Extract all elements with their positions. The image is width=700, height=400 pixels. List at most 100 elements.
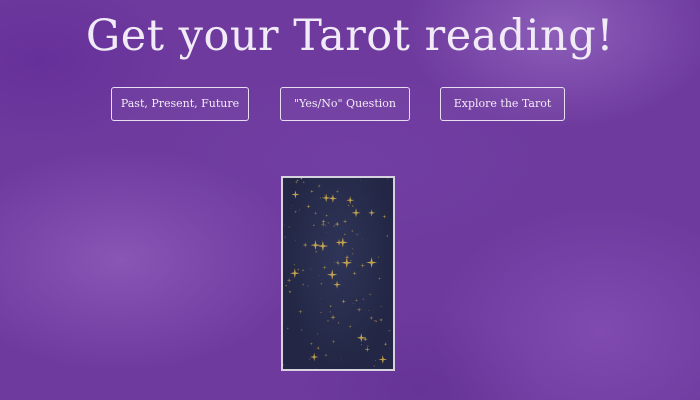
star-icon	[328, 194, 338, 203]
star-icon	[382, 214, 387, 219]
star-icon	[322, 265, 327, 270]
star-dot	[331, 282, 333, 284]
star-dot	[351, 205, 354, 207]
reading-options-nav: Past, Present, Future "Yes/No" Question …	[0, 87, 700, 121]
star-dot	[298, 209, 300, 211]
yes-no-question-button[interactable]: "Yes/No" Question	[280, 87, 410, 121]
star-dot	[300, 178, 303, 180]
star-icon	[296, 268, 300, 271]
star-dot	[315, 251, 317, 253]
star-dot	[297, 179, 299, 182]
star-icon	[379, 318, 384, 322]
star-dot	[344, 233, 346, 236]
star-icon	[344, 254, 350, 260]
star-icon	[327, 221, 330, 225]
star-dot	[329, 311, 331, 313]
star-icon	[324, 353, 328, 357]
star-dot	[288, 226, 290, 228]
star-dot	[360, 180, 361, 182]
star-dot	[290, 208, 292, 210]
star-dot	[326, 231, 327, 233]
star-dot	[316, 333, 318, 335]
star-icon	[335, 260, 341, 266]
star-dot	[375, 320, 377, 322]
star-icon	[291, 190, 300, 199]
star-icon	[341, 298, 347, 304]
star-icon	[317, 183, 322, 188]
explore-tarot-button[interactable]: Explore the Tarot	[440, 87, 565, 121]
star-dot	[351, 252, 354, 255]
star-icon	[366, 344, 370, 348]
star-dot	[374, 320, 376, 322]
star-pattern	[283, 178, 391, 369]
star-dot	[329, 305, 332, 307]
star-icon	[321, 193, 331, 203]
star-dot	[388, 329, 391, 332]
star-icon	[312, 223, 316, 227]
star-icon	[341, 257, 353, 269]
star-dot	[374, 359, 376, 361]
star-dot	[283, 364, 285, 366]
star-dot	[350, 259, 352, 261]
star-icon	[309, 352, 319, 362]
star-dot	[373, 365, 375, 367]
star-icon	[330, 314, 336, 320]
star-icon	[317, 240, 329, 252]
star-icon	[378, 355, 388, 364]
star-dot	[295, 240, 296, 242]
star-dot	[361, 344, 362, 346]
star-icon	[361, 297, 365, 301]
star-dot	[334, 261, 336, 263]
star-icon	[359, 262, 366, 269]
star-dot	[347, 204, 350, 207]
star-icon	[306, 204, 311, 209]
star-icon	[326, 269, 338, 280]
star-icon	[378, 277, 381, 281]
star-dot	[309, 269, 311, 271]
star-icon	[326, 319, 330, 323]
star-dot	[320, 298, 322, 299]
star-icon	[351, 208, 361, 218]
star-dot	[380, 305, 382, 307]
star-icon	[342, 219, 348, 224]
star-icon	[301, 283, 305, 287]
star-icon	[286, 277, 292, 283]
star-icon	[356, 307, 362, 313]
star-dot	[354, 179, 356, 180]
star-dot	[291, 205, 293, 206]
star-icon	[352, 271, 357, 276]
star-dot	[301, 329, 303, 331]
star-dot	[352, 302, 354, 304]
star-dot	[318, 275, 320, 276]
star-dot	[315, 368, 316, 369]
star-icon	[298, 309, 303, 314]
star-icon	[325, 214, 329, 218]
star-dot	[309, 358, 310, 360]
star-icon	[320, 221, 326, 227]
star-dot	[325, 225, 327, 227]
star-dot	[389, 348, 390, 350]
star-icon	[331, 339, 336, 344]
star-icon	[383, 342, 388, 347]
star-icon	[316, 346, 320, 350]
star-dot	[322, 225, 324, 227]
page-title: Get your Tarot reading!	[85, 11, 615, 61]
star-dot	[319, 197, 322, 199]
star-icon	[313, 211, 318, 216]
star-dot	[356, 233, 358, 236]
star-icon	[334, 221, 340, 227]
star-icon	[366, 257, 378, 269]
star-dot	[340, 357, 342, 359]
star-icon	[350, 229, 354, 233]
star-icon	[302, 242, 308, 248]
tarot-card-back[interactable]	[281, 176, 395, 371]
star-dot	[362, 238, 364, 240]
star-icon	[301, 268, 305, 272]
past-present-future-button[interactable]: Past, Present, Future	[111, 87, 249, 121]
star-dot	[368, 310, 370, 311]
star-icon	[335, 260, 340, 265]
star-icon	[346, 196, 355, 205]
star-icon	[310, 189, 314, 194]
star-icon	[309, 342, 313, 346]
star-icon	[333, 280, 342, 289]
